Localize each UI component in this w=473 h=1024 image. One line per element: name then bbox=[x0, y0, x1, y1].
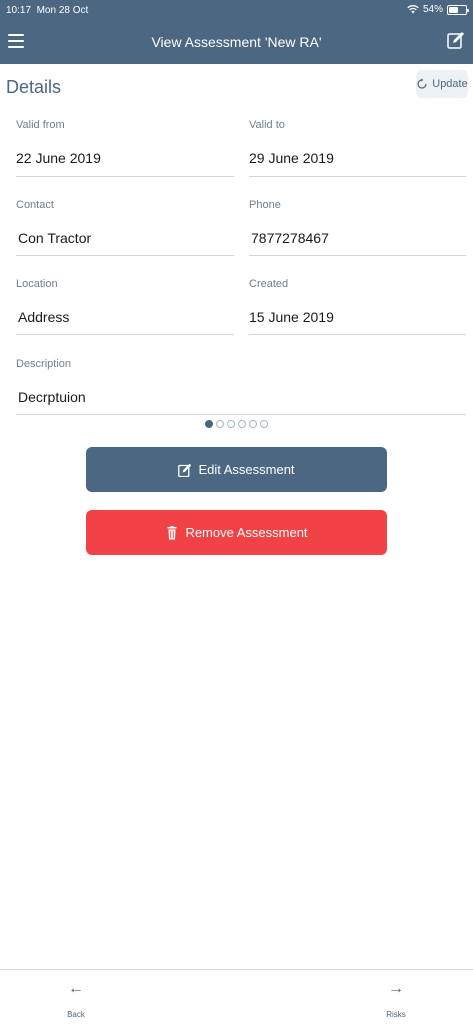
page-dot-6[interactable] bbox=[260, 420, 268, 428]
edit-assessment-label: Edit Assessment bbox=[198, 462, 295, 477]
field-underline bbox=[16, 414, 466, 415]
field-location[interactable]: Location Address bbox=[16, 278, 234, 336]
back-button[interactable]: ← Back bbox=[56, 980, 96, 1019]
update-button[interactable]: Update bbox=[416, 70, 468, 98]
arrow-left-icon: ← bbox=[68, 980, 84, 997]
risks-button[interactable]: → Risks bbox=[376, 980, 416, 1019]
status-time: 10:17 Mon 28 Oct bbox=[6, 5, 88, 16]
field-created[interactable]: Created 15 June 2019 bbox=[249, 278, 466, 336]
field-contact[interactable]: Contact Con Tractor bbox=[16, 199, 234, 257]
trash-icon bbox=[167, 525, 177, 539]
page-dot-2[interactable] bbox=[216, 420, 224, 428]
field-value: 15 June 2019 bbox=[249, 309, 334, 325]
details-heading: Details bbox=[6, 77, 62, 97]
field-value: 29 June 2019 bbox=[249, 150, 334, 166]
menu-icon[interactable] bbox=[8, 34, 24, 48]
field-value: 22 June 2019 bbox=[16, 150, 101, 166]
battery-percent: 54% bbox=[422, 4, 443, 15]
field-label: Phone bbox=[249, 199, 281, 211]
remove-assessment-button[interactable]: Remove Assessment bbox=[86, 510, 387, 555]
arrow-right-icon: → bbox=[388, 980, 404, 997]
risks-label: Risks bbox=[386, 1010, 406, 1019]
field-label: Valid from bbox=[16, 119, 65, 131]
nav-bar: View Assessment 'New RA' bbox=[0, 22, 473, 64]
field-description[interactable]: Description Decrptuion bbox=[16, 358, 466, 416]
field-label: Contact bbox=[16, 199, 54, 211]
status-bar: 10:17 Mon 28 Oct 54% bbox=[0, 0, 473, 20]
field-label: Created bbox=[249, 278, 289, 290]
field-value: Decrptuion bbox=[18, 389, 86, 405]
status-clock: 10:17 bbox=[6, 5, 32, 16]
field-valid-to[interactable]: Valid to 29 June 2019 bbox=[249, 119, 466, 177]
field-label: Location bbox=[16, 278, 58, 290]
field-underline bbox=[16, 176, 234, 177]
edit-icon[interactable] bbox=[447, 31, 465, 49]
remove-assessment-label: Remove Assessment bbox=[185, 525, 308, 540]
edit-assessment-button[interactable]: Edit Assessment bbox=[86, 447, 387, 492]
page-dot-1[interactable] bbox=[205, 420, 213, 428]
bottom-nav: ← Back → Risks bbox=[0, 969, 473, 1024]
app-header: 10:17 Mon 28 Oct 54% View Assessment 'Ne… bbox=[0, 0, 473, 64]
page-dot-3[interactable] bbox=[227, 420, 235, 428]
page-title: View Assessment 'New RA' bbox=[151, 34, 322, 50]
field-value: Address bbox=[18, 309, 70, 325]
field-value: 7877278467 bbox=[251, 230, 329, 246]
update-label: Update bbox=[432, 78, 468, 90]
wifi-icon bbox=[407, 5, 419, 14]
status-date: Mon 28 Oct bbox=[36, 5, 89, 16]
field-phone[interactable]: Phone 7877278467 bbox=[249, 199, 466, 257]
edit-icon bbox=[178, 463, 192, 477]
field-underline bbox=[249, 255, 466, 256]
status-indicators: 54% bbox=[407, 4, 469, 15]
back-label: Back bbox=[67, 1010, 85, 1019]
page-dot-4[interactable] bbox=[238, 420, 246, 428]
field-label: Description bbox=[16, 358, 72, 370]
battery-icon bbox=[447, 4, 469, 15]
field-valid-from[interactable]: Valid from 22 June 2019 bbox=[16, 119, 234, 177]
page-indicator[interactable] bbox=[205, 420, 268, 428]
field-label: Valid to bbox=[249, 119, 285, 131]
field-underline bbox=[249, 176, 466, 177]
refresh-icon bbox=[417, 78, 427, 89]
field-underline bbox=[16, 255, 234, 256]
field-underline bbox=[249, 334, 466, 335]
field-value: Con Tractor bbox=[18, 230, 92, 246]
page-dot-5[interactable] bbox=[249, 420, 257, 428]
field-underline bbox=[16, 334, 234, 335]
